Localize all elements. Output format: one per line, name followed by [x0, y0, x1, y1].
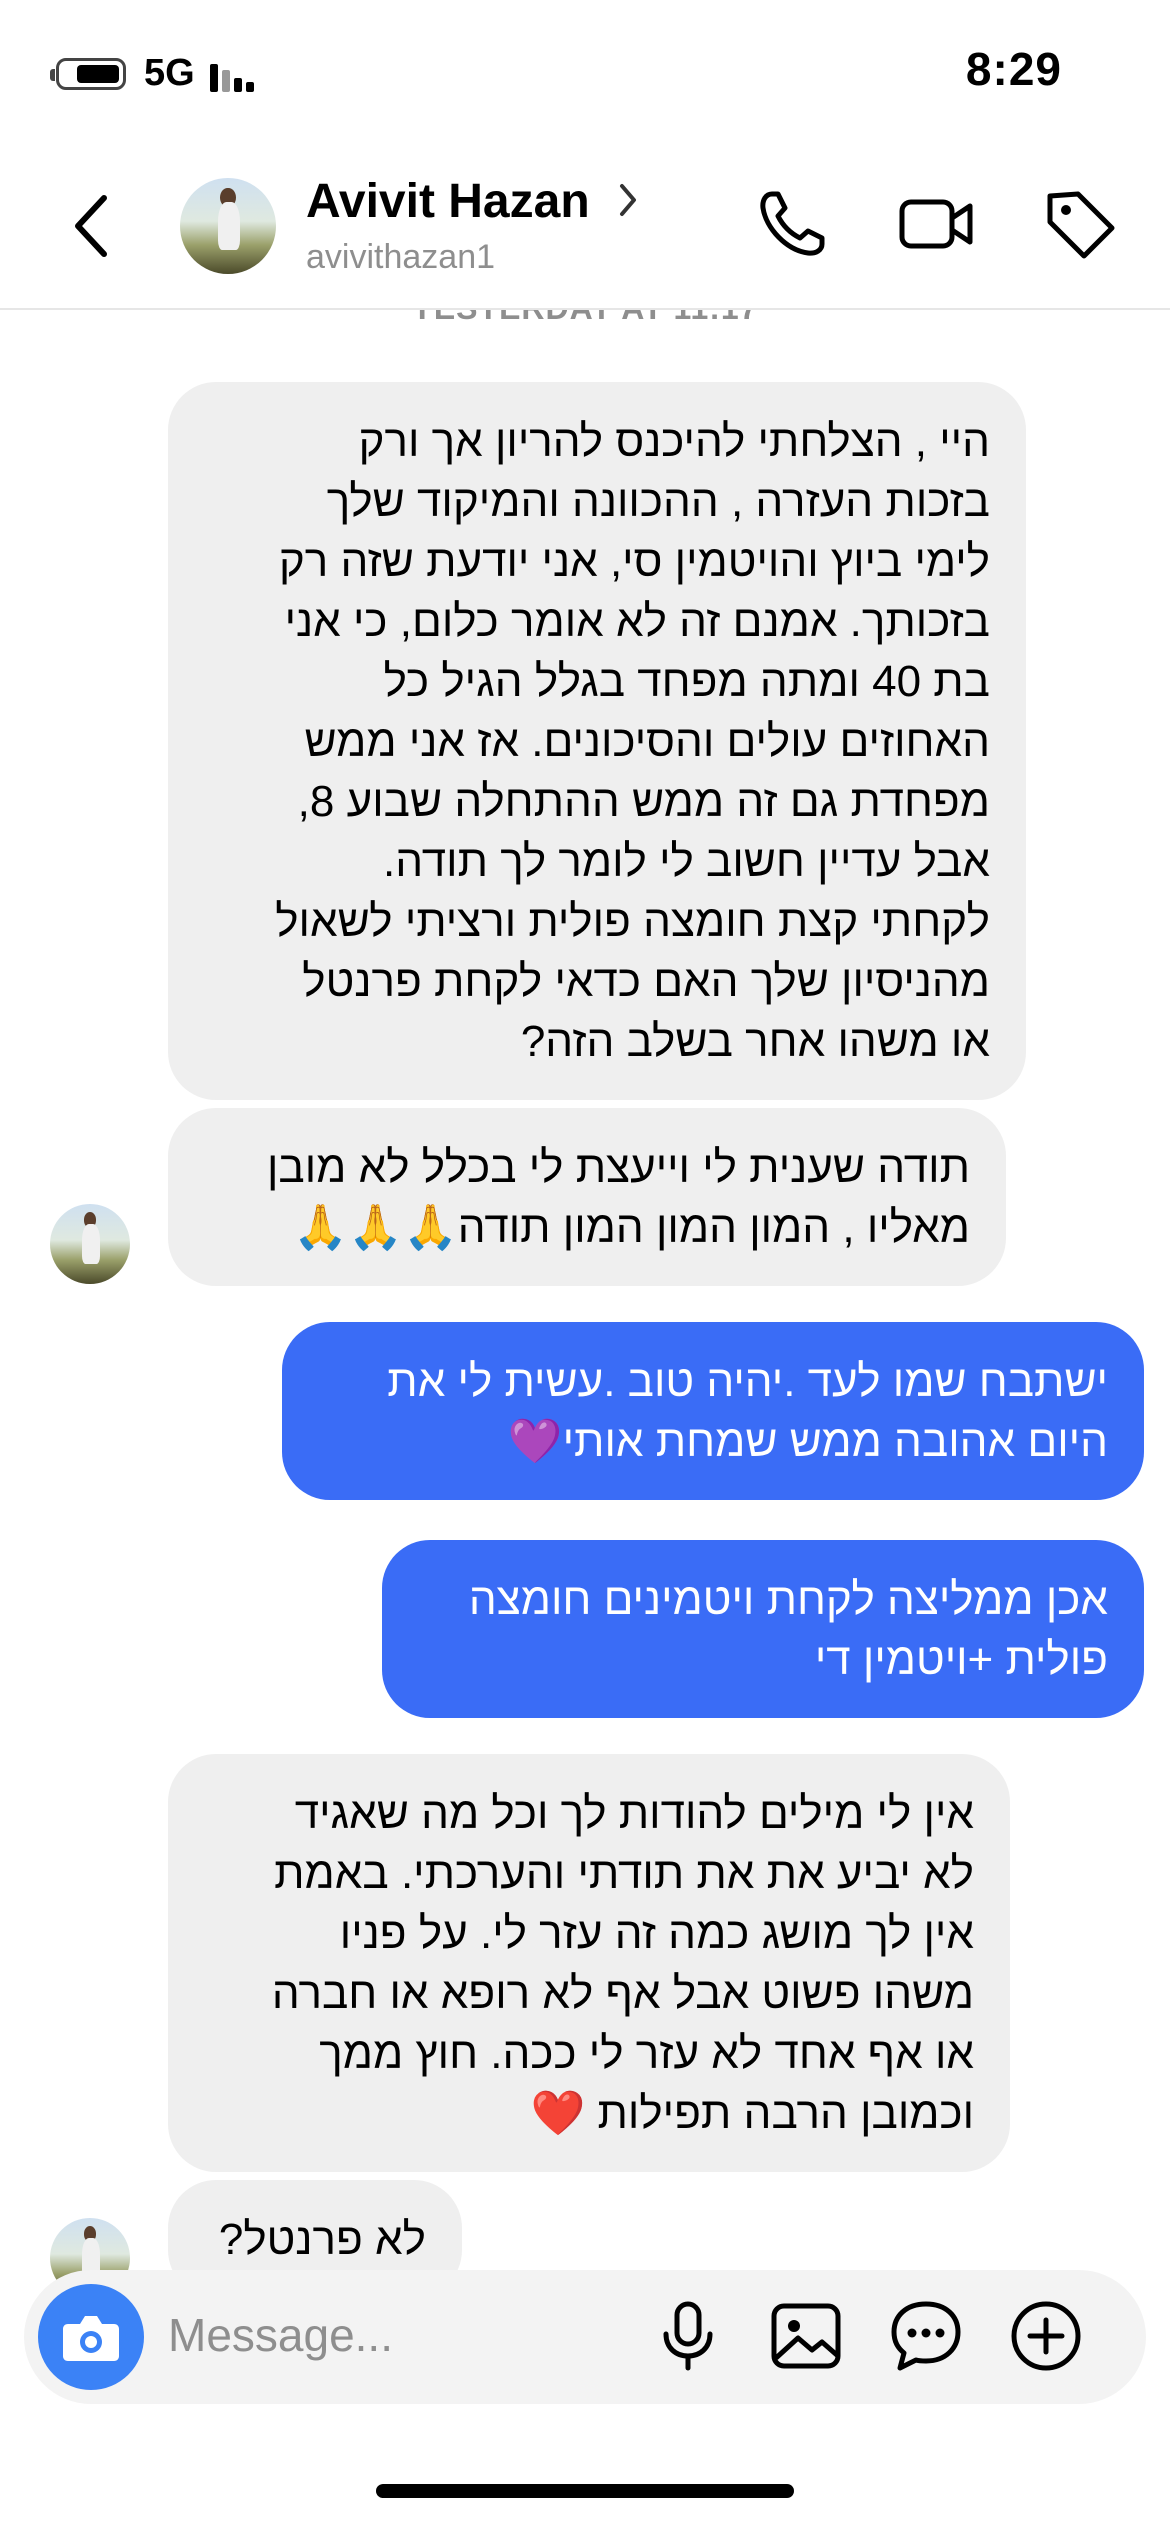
contact-avatar[interactable]: [180, 178, 276, 274]
message-line: האחוזים עולים והסיכונים. אז אני ממש: [304, 717, 990, 766]
message-line: אכן ממליצה לקחת ויטמינים חומצה: [468, 1575, 1108, 1624]
received-message[interactable]: תודה שענית לי וייעצת לי בכלל לא מובן מאל…: [168, 1108, 1006, 1286]
message-line: אין לך מושג כמה זה עזר לי. על פניו: [339, 1909, 974, 1958]
sent-message[interactable]: ישתבח שמו לעד .יהיה טוב .עשית לי את היום…: [282, 1322, 1144, 1500]
received-message[interactable]: היי , הצלחתי להיכנס להריון אך ורק בזכות …: [168, 382, 1026, 1100]
message-line: לקחתי קצת חומצה פולית ורציתי לשאול: [275, 897, 990, 946]
received-message[interactable]: אין לי מילים להודות לך וכל מה שאגיד לא י…: [168, 1754, 1010, 2172]
message-line: לימי ביוץ והויטמין סי, אני יודעת שזה רק: [278, 537, 990, 586]
image-icon[interactable]: [766, 2296, 846, 2376]
message-line: בזכות העזרה , ההכוונה והמיקוד שלך: [326, 477, 990, 526]
tag-icon[interactable]: [1040, 184, 1120, 264]
message-line: אין לי מילים להודות לך וכל מה שאגיד: [294, 1789, 974, 1838]
message-line: או אף אחד לא עזר לי ככה. חוץ ממך: [319, 2029, 974, 2078]
message-composer: Message...: [24, 2270, 1146, 2404]
home-indicator[interactable]: [376, 2484, 794, 2498]
message-line: מאליו , המון המון המון תודה🙏🙏🙏: [293, 1203, 970, 1252]
sender-avatar[interactable]: [50, 1204, 130, 1284]
message-line: או משהו אחר בשלב הזה?: [520, 1017, 990, 1066]
sent-message[interactable]: אכן ממליצה לקחת ויטמינים חומצה פולית +וי…: [382, 1540, 1144, 1718]
add-icon[interactable]: [1006, 2296, 1086, 2376]
message-input[interactable]: Message...: [168, 2308, 393, 2362]
message-line: בזכותך. אמנם זה לא אומר כלום, כי אני: [284, 597, 990, 646]
message-line: בת 40 ומתה מפחד בגלל הגיל כל: [383, 657, 990, 706]
chevron-right-icon[interactable]: [616, 180, 640, 231]
phone-icon[interactable]: [752, 184, 832, 264]
status-time: 8:29: [965, 43, 1062, 95]
message-line: לא פרנטל?: [218, 2215, 426, 2264]
message-line: וכמובן הרבה תפילות ❤️: [530, 2089, 974, 2138]
message-line: תודה שענית לי וייעצת לי בכלל לא מובן: [267, 1143, 970, 1192]
contact-name[interactable]: Avivit Hazan: [306, 174, 590, 229]
battery-icon: [50, 58, 126, 90]
message-line: מהניסיון שלך האם כדאי לקחת פרנטל: [302, 957, 990, 1006]
message-line: אבל עדיין חשוב לי לומר לך תודה.: [383, 837, 990, 886]
contact-handle: avivithazan1: [306, 238, 496, 276]
message-line: משהו פשוט אבל אף לא רופא או חברה: [271, 1969, 974, 2018]
sticker-icon[interactable]: [886, 2296, 966, 2376]
back-chevron-icon[interactable]: [64, 186, 124, 266]
network-type: 5G: [144, 52, 195, 94]
message-line: היום אהובה ממש שמחת אותי💜: [507, 1417, 1108, 1466]
status-bar: 5G 8:29: [0, 0, 1170, 150]
chat-header: Avivit Hazan avivithazan1: [0, 150, 1170, 310]
message-line: מפחדת גם זה ממש ההתחלה שבוע 8,: [297, 777, 990, 826]
microphone-icon[interactable]: [648, 2296, 728, 2376]
message-line: לא יביע את את תודתי והערכתי. באמת: [274, 1849, 974, 1898]
video-camera-icon[interactable]: [896, 184, 976, 264]
message-line: פולית +ויטמין די: [814, 1635, 1108, 1684]
camera-icon[interactable]: [38, 2284, 144, 2390]
message-line: ישתבח שמו לעד .יהיה טוב .עשית לי את: [387, 1357, 1108, 1406]
message-line: היי , הצלחתי להיכנס להריון אך ורק: [358, 417, 990, 466]
